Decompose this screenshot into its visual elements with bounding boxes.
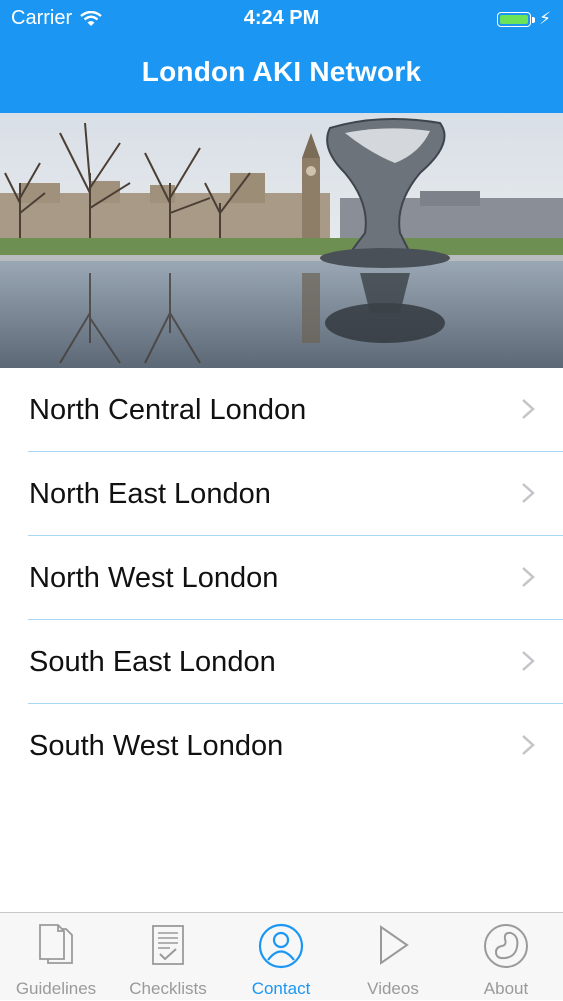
- westminster-photo: [0, 113, 563, 368]
- tab-label: Guidelines: [15, 979, 97, 998]
- chevron-right-icon: [522, 567, 535, 587]
- hero-image: [0, 113, 563, 368]
- list-item[interactable]: South East London: [0, 620, 563, 704]
- play-icon: [380, 925, 409, 965]
- list-item[interactable]: North Central London: [0, 368, 563, 452]
- battery-icon: [497, 11, 536, 27]
- tab-contact[interactable]: Contact: [225, 913, 337, 1001]
- charging-bolt-icon: ⚡: [539, 9, 551, 28]
- tab-bar: Guidelines Checklists Contact Videos Abo…: [0, 912, 563, 1000]
- contact-person-icon: [258, 923, 304, 969]
- region-label: North East London: [29, 477, 271, 510]
- tab-label: About: [483, 979, 529, 998]
- region-list: North Central London North East London N…: [0, 368, 563, 788]
- top-bar: Carrier 4:24 PM ⚡ London AKI Network: [0, 0, 563, 113]
- nav-title: London AKI Network: [141, 56, 422, 87]
- list-item[interactable]: South West London: [0, 704, 563, 788]
- checklist-icon: [152, 925, 184, 965]
- chevron-right-icon: [522, 735, 535, 755]
- tab-label: Videos: [367, 979, 419, 998]
- tab-label: Checklists: [129, 979, 207, 998]
- battery-indicator: ⚡: [497, 9, 551, 29]
- chevron-right-icon: [522, 483, 535, 503]
- region-label: South West London: [29, 729, 284, 762]
- region-label: South East London: [29, 645, 276, 678]
- tab-videos[interactable]: Videos: [337, 913, 449, 1001]
- status-bar: Carrier 4:24 PM ⚡: [0, 0, 563, 38]
- region-label: North West London: [29, 561, 279, 594]
- region-label: North Central London: [29, 393, 307, 426]
- status-time: 4:24 PM: [243, 7, 320, 29]
- documents-icon: [39, 924, 73, 964]
- list-item[interactable]: North West London: [0, 536, 563, 620]
- tab-guidelines[interactable]: Guidelines: [0, 913, 112, 1001]
- chevron-right-icon: [522, 651, 535, 671]
- kidney-icon: [484, 924, 528, 968]
- tab-label: Contact: [251, 979, 311, 998]
- tab-about[interactable]: About: [450, 913, 562, 1001]
- tab-checklists[interactable]: Checklists: [112, 913, 224, 1001]
- list-item[interactable]: North East London: [0, 452, 563, 536]
- chevron-right-icon: [522, 399, 535, 419]
